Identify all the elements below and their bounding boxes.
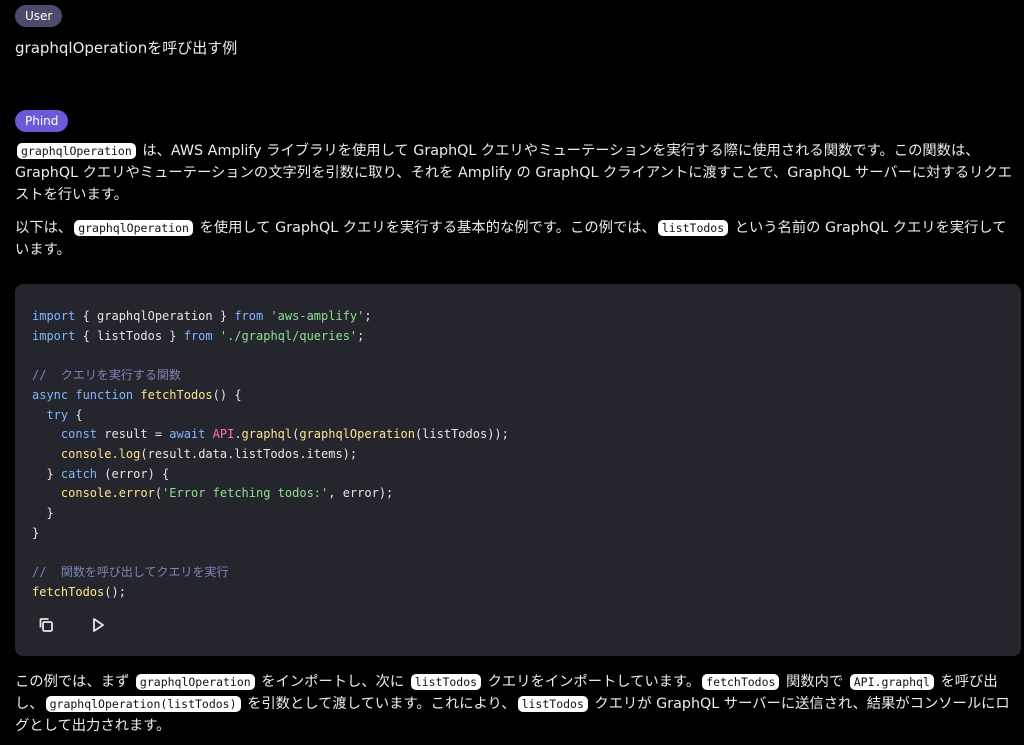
user-message: graphqlOperationを呼び出す例	[15, 39, 238, 57]
code-token: try	[46, 407, 69, 422]
code-token: () {	[212, 387, 242, 402]
inline-code: listTodos	[657, 220, 729, 236]
code-token: import	[32, 328, 76, 343]
code-token: './graphql/queries'	[219, 328, 358, 343]
inline-code: graphqlOperation	[17, 143, 136, 159]
code-token: async function	[32, 387, 134, 402]
answer-paragraph-3: この例では、まず graphqlOperation をインポートし、次に lis…	[15, 671, 1015, 737]
copy-icon[interactable]	[37, 616, 55, 634]
inline-code: API.graphql	[849, 674, 934, 690]
code-token: {	[68, 407, 83, 422]
code-token: ();	[104, 584, 126, 599]
code-token: }	[46, 506, 54, 521]
code-token: ;	[357, 328, 365, 343]
code-token: { listTodos }	[75, 328, 184, 343]
code-token: result =	[97, 427, 170, 442]
answer-paragraph-2: 以下は、 graphqlOperation を使用して GraphQL クエリを実…	[15, 217, 1015, 261]
inline-code: fetchTodos	[702, 674, 780, 690]
code-token: API	[212, 427, 235, 442]
play-icon[interactable]	[89, 616, 107, 634]
code-token: from	[234, 309, 264, 323]
code-token: , error);	[328, 486, 394, 501]
code-token: (result.data.listTodos.items);	[140, 446, 358, 461]
user-badge: User	[15, 5, 63, 27]
code-token: }	[32, 525, 40, 540]
phind-badge: Phind	[15, 110, 69, 132]
code-token: console	[60, 486, 112, 501]
code-comment: // 関数を呼び出してクエリを実行	[32, 565, 229, 580]
inline-code: listTodos	[410, 674, 482, 690]
code-token: }	[46, 466, 61, 481]
code-token: .log	[111, 446, 141, 461]
code-token: await	[169, 427, 206, 442]
code-token: 'Error fetching todos:'	[162, 486, 329, 501]
code-token: 'aws-amplify'	[270, 309, 365, 323]
inline-code: graphqlOperation	[135, 674, 255, 690]
inline-code: graphqlOperation(listTodos)	[45, 696, 241, 712]
paragraph-text: 以下は、	[15, 220, 73, 236]
paragraph-text: を引数として渡しています。これにより、	[242, 696, 516, 712]
code-token: from	[183, 328, 213, 343]
paragraph-text: この例では、まず	[15, 674, 134, 690]
code-token: fetchTodos	[140, 387, 213, 402]
code-token: (	[154, 486, 163, 501]
code-actions	[37, 616, 107, 634]
code-token: ;	[364, 309, 372, 323]
code-content[interactable]: import { graphqlOperation } from 'aws-am…	[32, 307, 509, 603]
code-token: .error	[111, 486, 155, 501]
code-token: .graphql	[234, 427, 293, 442]
inline-code: listTodos	[517, 696, 588, 712]
code-token: (error) {	[97, 466, 170, 481]
code-token: const	[60, 427, 98, 442]
code-token: console	[60, 446, 112, 461]
answer-paragraph-1: graphqlOperation は、AWS Amplify ライブラリを使用し…	[15, 140, 1015, 206]
paragraph-text: を使用して GraphQL クエリを実行する基本的な例です。この例では、	[194, 220, 656, 236]
paragraph-text: をインポートし、次に	[256, 674, 409, 690]
paragraph-text: クエリをインポートしています。	[483, 674, 701, 690]
code-token: import	[32, 309, 76, 323]
code-comment: // クエリを実行する関数	[32, 368, 181, 383]
code-token: catch	[60, 466, 98, 481]
code-token: fetchTodos	[32, 584, 105, 599]
code-token: graphqlOperation	[299, 427, 415, 442]
code-token: { graphqlOperation }	[75, 309, 235, 323]
inline-code: graphqlOperation	[74, 220, 193, 236]
paragraph-text: は、AWS Amplify ライブラリを使用して GraphQL クエリやミュー…	[15, 143, 1013, 203]
code-block: import { graphqlOperation } from 'aws-am…	[15, 284, 1021, 656]
code-token: (listTodos));	[414, 427, 509, 442]
paragraph-text: 関数内で	[781, 674, 848, 690]
